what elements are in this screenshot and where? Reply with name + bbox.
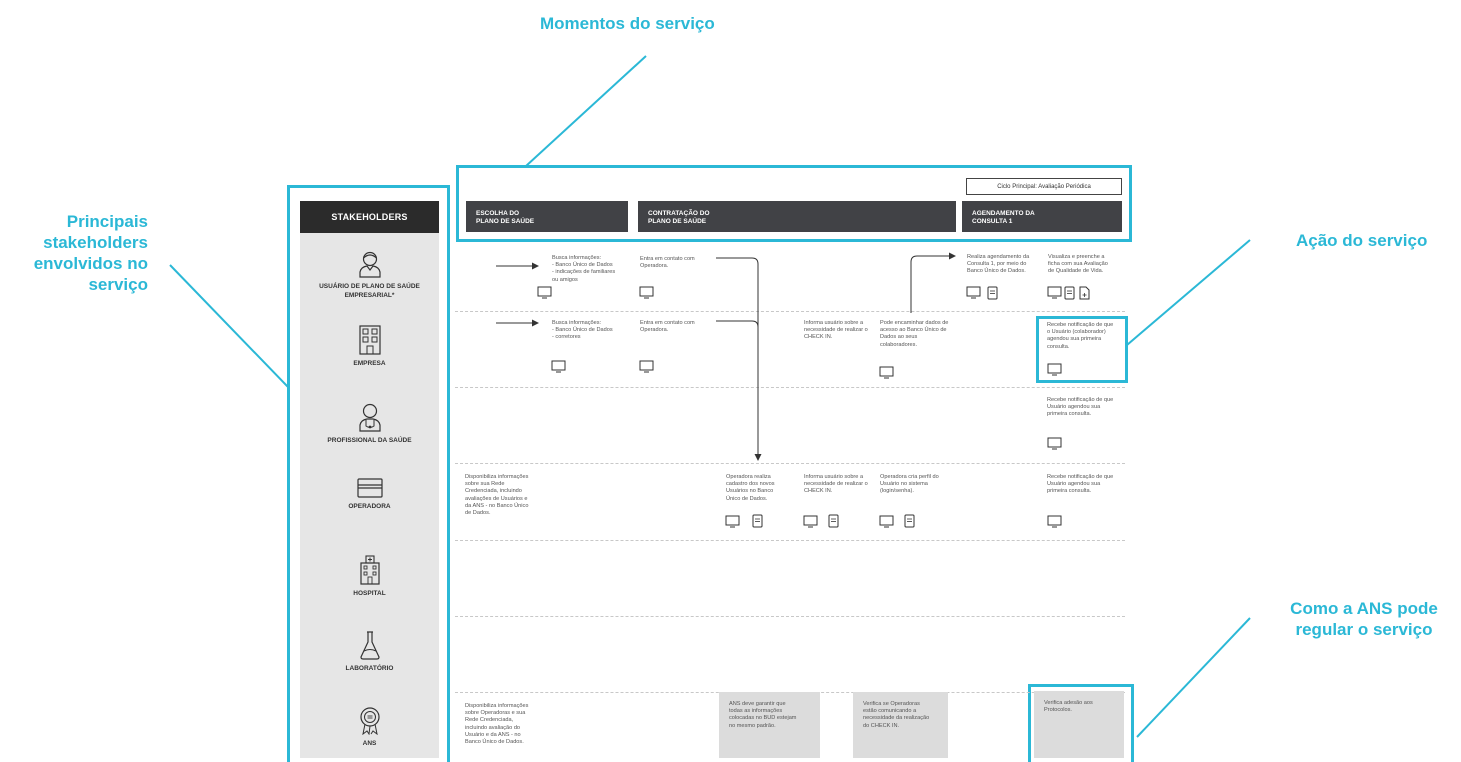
document-icon [904, 514, 915, 528]
monitor-icon [1047, 286, 1062, 299]
monitor-icon [879, 515, 894, 528]
monitor-icon [537, 286, 552, 299]
monitor-icon [803, 515, 818, 528]
document-icon [1064, 286, 1075, 300]
monitor-icon [1047, 363, 1062, 376]
medical-form-icon [1079, 286, 1090, 300]
monitor-icon [639, 286, 654, 299]
monitor-icon [966, 286, 981, 299]
document-icon [828, 514, 839, 528]
monitor-icon [1047, 437, 1062, 450]
document-icon [752, 514, 763, 528]
monitor-icon [551, 360, 566, 373]
monitor-icon [1047, 515, 1062, 528]
channel-icons [537, 286, 1090, 528]
monitor-icon [639, 360, 654, 373]
monitor-icon [879, 366, 894, 379]
monitor-icon [725, 515, 740, 528]
document-icon [987, 286, 998, 300]
